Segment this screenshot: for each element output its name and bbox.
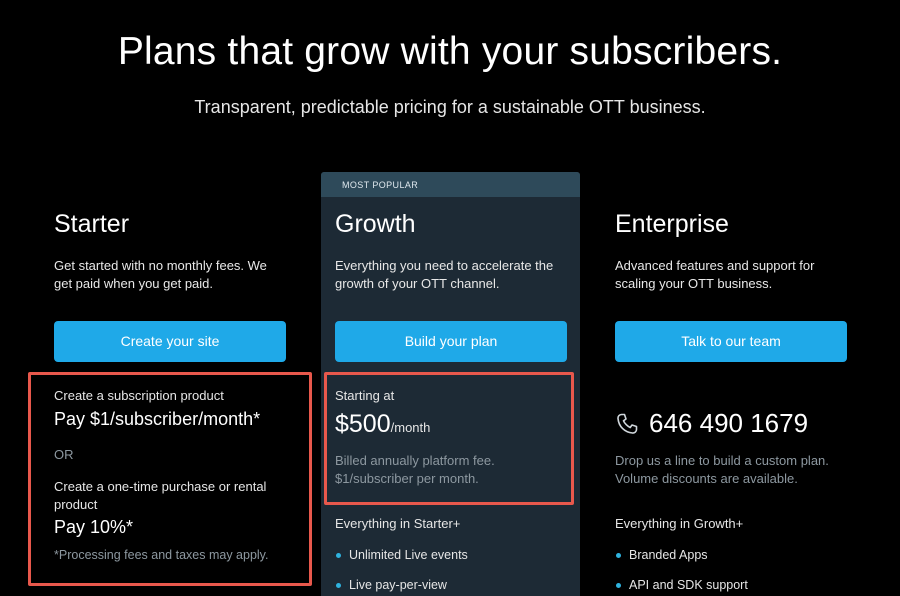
feature-label: Live pay-per-view — [349, 578, 447, 592]
feature-label: Unlimited Live events — [349, 548, 468, 562]
build-your-plan-button[interactable]: Build your plan — [335, 321, 567, 362]
growth-feature-list: Unlimited Live events Live pay-per-view — [335, 548, 468, 596]
bullet-icon — [616, 583, 621, 588]
starter-plan-name: Starter — [54, 210, 130, 238]
growth-features-heading: Everything in Starter+ — [335, 516, 461, 531]
feature-label: Branded Apps — [629, 548, 708, 562]
talk-to-our-team-button[interactable]: Talk to our team — [615, 321, 847, 362]
list-item: Branded Apps — [615, 548, 748, 578]
bullet-icon — [336, 583, 341, 588]
bullet-icon — [616, 553, 621, 558]
most-popular-badge: MOST POPULAR — [321, 172, 580, 197]
growth-plan-description: Everything you need to accelerate the gr… — [335, 258, 554, 291]
list-item: Unlimited Live events — [335, 548, 468, 578]
enterprise-feature-list: Branded Apps API and SDK support — [615, 548, 748, 596]
bullet-icon — [336, 553, 341, 558]
create-your-site-button[interactable]: Create your site — [54, 321, 286, 362]
page-subtitle: Transparent, predictable pricing for a s… — [194, 97, 706, 117]
enterprise-plan-name: Enterprise — [615, 210, 729, 238]
list-item: Live pay-per-view — [335, 578, 468, 596]
growth-pricing-highlight — [324, 372, 574, 505]
list-item: API and SDK support — [615, 578, 748, 596]
starter-pricing-highlight — [28, 372, 312, 586]
page-title: Plans that grow with your subscribers. — [117, 30, 783, 73]
pricing-page: Plans that grow with your subscribers. T… — [0, 0, 900, 596]
enterprise-features-heading: Everything in Growth+ — [615, 516, 744, 531]
enterprise-plan-description: Advanced features and support for scalin… — [615, 258, 815, 291]
starter-plan-description: Get started with no monthly fees. We get… — [54, 258, 267, 291]
feature-label: API and SDK support — [629, 578, 748, 592]
phone-icon — [617, 413, 638, 434]
growth-plan-name: Growth — [335, 210, 416, 238]
phone-number[interactable]: 646 490 1679 — [649, 408, 808, 439]
contact-note: Drop us a line to build a custom plan. V… — [615, 453, 829, 486]
